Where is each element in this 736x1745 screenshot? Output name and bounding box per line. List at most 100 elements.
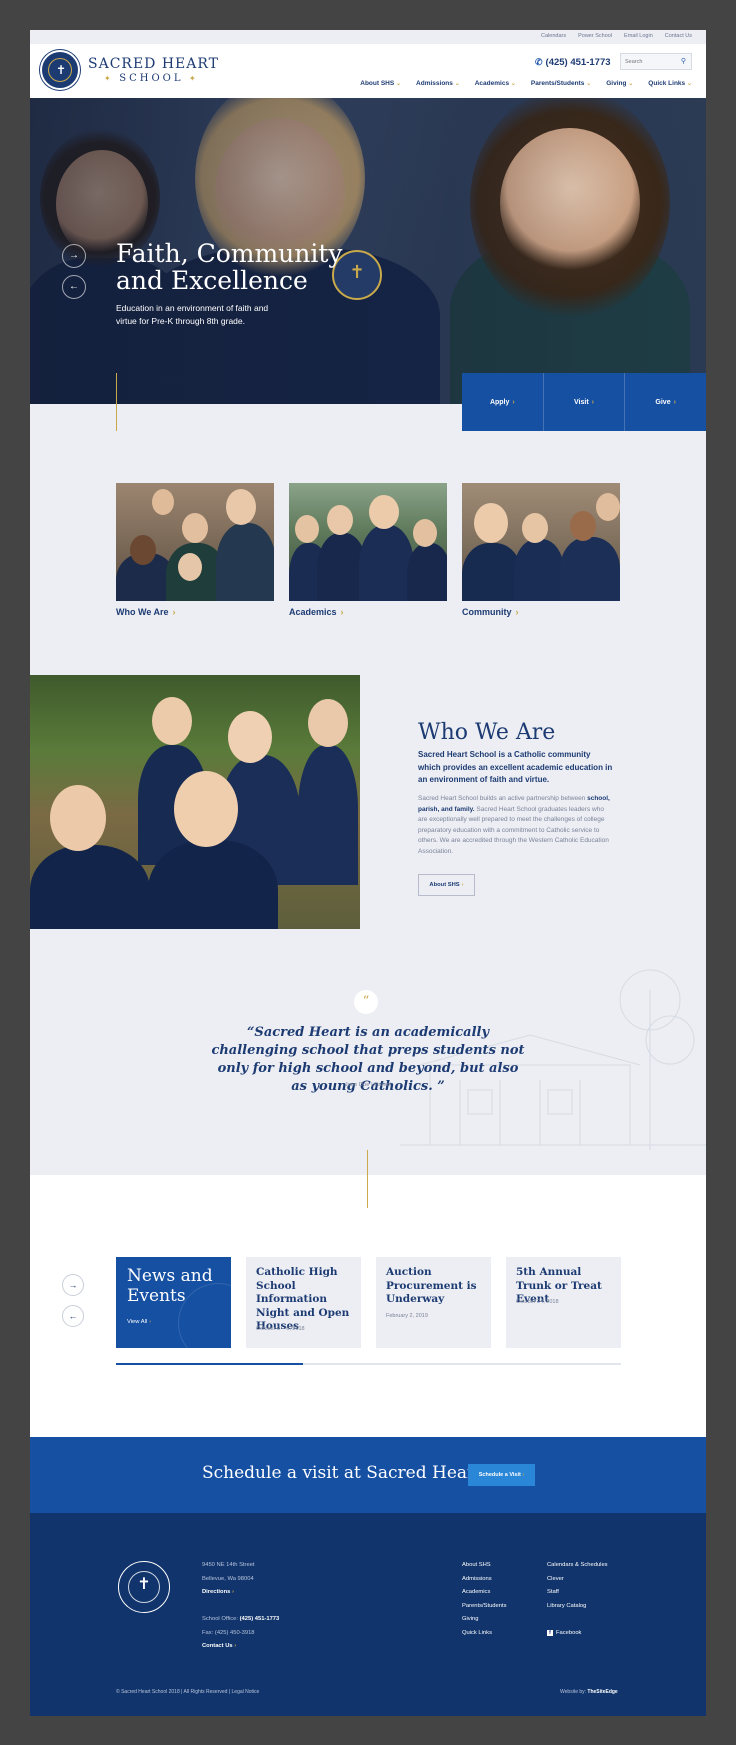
news-card[interactable]: 5th Annual Trunk or Treat Event October … bbox=[506, 1257, 621, 1348]
photo-shape bbox=[560, 537, 620, 601]
who-we-are-photo bbox=[30, 675, 360, 929]
contact-us-link[interactable]: Contact Us › bbox=[202, 1640, 279, 1654]
header-phone[interactable]: ✆ (425) 451-1773 bbox=[535, 57, 611, 68]
who-we-are-lead: Sacred Heart School is a Catholic commun… bbox=[418, 750, 613, 784]
chevron-right-icon: › bbox=[172, 607, 176, 617]
cross-icon: ✝ bbox=[137, 1576, 151, 1593]
nav-item-quick-links[interactable]: Quick Links ⌄ bbox=[648, 80, 692, 87]
news-card[interactable]: Auction Procurement is Underway February… bbox=[376, 1257, 491, 1348]
footer-link-library[interactable]: Library Catalog bbox=[547, 1600, 608, 1614]
progress-fill bbox=[116, 1363, 303, 1365]
link-label: Facebook bbox=[556, 1629, 582, 1636]
star-icon: ✦ bbox=[183, 74, 199, 83]
card-academics[interactable]: Academics › bbox=[289, 483, 447, 617]
footer-link-admissions[interactable]: Admissions bbox=[462, 1573, 506, 1587]
footer-credit[interactable]: Website by: TheSiteEdge bbox=[560, 1689, 618, 1695]
search-input[interactable] bbox=[625, 57, 677, 67]
site-header: ✝ SACRED HEART ✦ SCHOOL ✦ ✆ (425) 451-177… bbox=[30, 44, 706, 98]
office-phone-line: School Office: (425) 451-1773 bbox=[202, 1613, 279, 1627]
footer-link-clever[interactable]: Clever bbox=[547, 1573, 608, 1587]
nav-label: Giving bbox=[606, 80, 627, 87]
search-icon[interactable]: ⚲ bbox=[681, 57, 686, 65]
fax-line: Fax: (425) 450-3918 bbox=[202, 1629, 255, 1636]
view-all-link[interactable]: View All › bbox=[127, 1319, 151, 1325]
brand-school[interactable]: ✦ SCHOOL ✦ bbox=[104, 73, 199, 84]
nav-item-parents-students[interactable]: Parents/Students ⌄ bbox=[531, 80, 591, 87]
photo-shape bbox=[462, 543, 522, 601]
nav-item-giving[interactable]: Giving ⌄ bbox=[606, 80, 633, 87]
photo-shape bbox=[407, 543, 447, 601]
photo-shape bbox=[298, 745, 358, 885]
footer-link-academics[interactable]: Academics bbox=[462, 1586, 506, 1600]
apply-button[interactable]: Apply › bbox=[462, 373, 544, 431]
footer-link-parents-students[interactable]: Parents/Students bbox=[462, 1600, 506, 1614]
chevron-right-icon: › bbox=[231, 1589, 234, 1595]
who-we-are-title: Who We Are bbox=[418, 720, 556, 745]
gold-divider bbox=[367, 1150, 368, 1208]
hero-subtitle: Education in an environment of faith and… bbox=[116, 303, 269, 326]
office-phone[interactable]: (425) 451-1773 bbox=[240, 1616, 280, 1622]
card-photo bbox=[116, 483, 274, 601]
nav-item-academics[interactable]: Academics ⌄ bbox=[475, 80, 516, 87]
photo-shape bbox=[570, 511, 596, 541]
photo-shape bbox=[50, 785, 106, 851]
school-seal-logo[interactable]: ✝ bbox=[40, 50, 80, 90]
hero-title: Faith, Community and Excellence bbox=[116, 239, 343, 295]
utility-bar: Calendars Power School Email Login Conta… bbox=[30, 30, 706, 44]
testimonial-attribution: Jane Doe | Parent bbox=[344, 1082, 392, 1088]
card-label-text: Academics bbox=[289, 607, 337, 617]
address-line: 9450 NE 14th Street bbox=[202, 1562, 255, 1568]
nav-item-about[interactable]: About SHS ⌄ bbox=[360, 80, 401, 87]
schedule-visit-band: Schedule a visit at Sacred Heart Schedul… bbox=[30, 1437, 706, 1513]
search-box: ⚲ bbox=[620, 53, 692, 70]
news-carousel-progress[interactable] bbox=[116, 1363, 621, 1365]
card-community[interactable]: Community › bbox=[462, 483, 620, 617]
facebook-icon: f bbox=[547, 1629, 553, 1636]
chevron-right-icon: › bbox=[340, 607, 344, 617]
cta-label: Visit bbox=[574, 398, 589, 406]
photo-shape bbox=[413, 519, 437, 547]
brand-name[interactable]: SACRED HEART bbox=[88, 56, 219, 72]
news-feature-card[interactable]: News and Events View All › bbox=[116, 1257, 231, 1348]
give-button[interactable]: Give › bbox=[625, 373, 706, 431]
directions-link[interactable]: Directions › bbox=[202, 1586, 279, 1600]
footer-link-about[interactable]: About SHS bbox=[462, 1559, 506, 1573]
button-label: About SHS bbox=[429, 882, 460, 888]
photo-shape bbox=[178, 553, 202, 581]
footer-link-quick-links[interactable]: Quick Links bbox=[462, 1627, 506, 1641]
hero-prev-arrow-icon[interactable]: ← bbox=[62, 275, 86, 299]
chevron-right-icon: › bbox=[522, 1472, 525, 1478]
news-next-arrow-icon[interactable]: → bbox=[62, 1274, 84, 1296]
card-label: Academics › bbox=[289, 607, 447, 617]
schedule-visit-button[interactable]: Schedule a Visit › bbox=[468, 1464, 535, 1486]
visit-button[interactable]: Visit › bbox=[544, 373, 626, 431]
body-text: Sacred Heart School builds an active par… bbox=[418, 795, 588, 802]
credit-name: TheSiteEdge bbox=[587, 1689, 618, 1695]
nav-label: Admissions bbox=[416, 80, 453, 87]
utility-link-calendars[interactable]: Calendars bbox=[541, 33, 566, 39]
hero-banner: ✝ → ← Faith, Community and Excellence Ed… bbox=[30, 98, 706, 404]
utility-link-email-login[interactable]: Email Login bbox=[624, 33, 653, 39]
footer-link-staff[interactable]: Staff bbox=[547, 1586, 608, 1600]
utility-link-contact-us[interactable]: Contact Us bbox=[665, 33, 692, 39]
card-who-we-are[interactable]: Who We Are › bbox=[116, 483, 274, 617]
phone-number: (425) 451-1773 bbox=[545, 57, 611, 68]
footer-seal-logo[interactable]: ✝ bbox=[118, 1561, 170, 1613]
footer-link-calendars[interactable]: Calendars & Schedules bbox=[547, 1559, 608, 1573]
chevron-down-icon: ⌄ bbox=[510, 81, 516, 87]
news-feature-title: News and Events bbox=[127, 1266, 213, 1306]
chevron-down-icon: ⌄ bbox=[628, 81, 634, 87]
utility-link-power-school[interactable]: Power School bbox=[578, 33, 612, 39]
about-shs-button[interactable]: About SHS › bbox=[418, 874, 475, 896]
nav-label: Parents/Students bbox=[530, 80, 585, 87]
hero-next-arrow-icon[interactable]: → bbox=[62, 244, 86, 268]
news-prev-arrow-icon[interactable]: ← bbox=[62, 1305, 84, 1327]
nav-item-admissions[interactable]: Admissions ⌄ bbox=[416, 80, 460, 87]
photo-shape bbox=[308, 699, 348, 747]
footer-link-facebook[interactable]: f Facebook bbox=[547, 1627, 608, 1641]
footer-link-giving[interactable]: Giving bbox=[462, 1613, 506, 1627]
photo-shape bbox=[216, 523, 274, 601]
news-card[interactable]: Catholic High School Information Night a… bbox=[246, 1257, 361, 1348]
footer-copyright: © Sacred Heart School 2018 | All Rights … bbox=[116, 1689, 260, 1695]
